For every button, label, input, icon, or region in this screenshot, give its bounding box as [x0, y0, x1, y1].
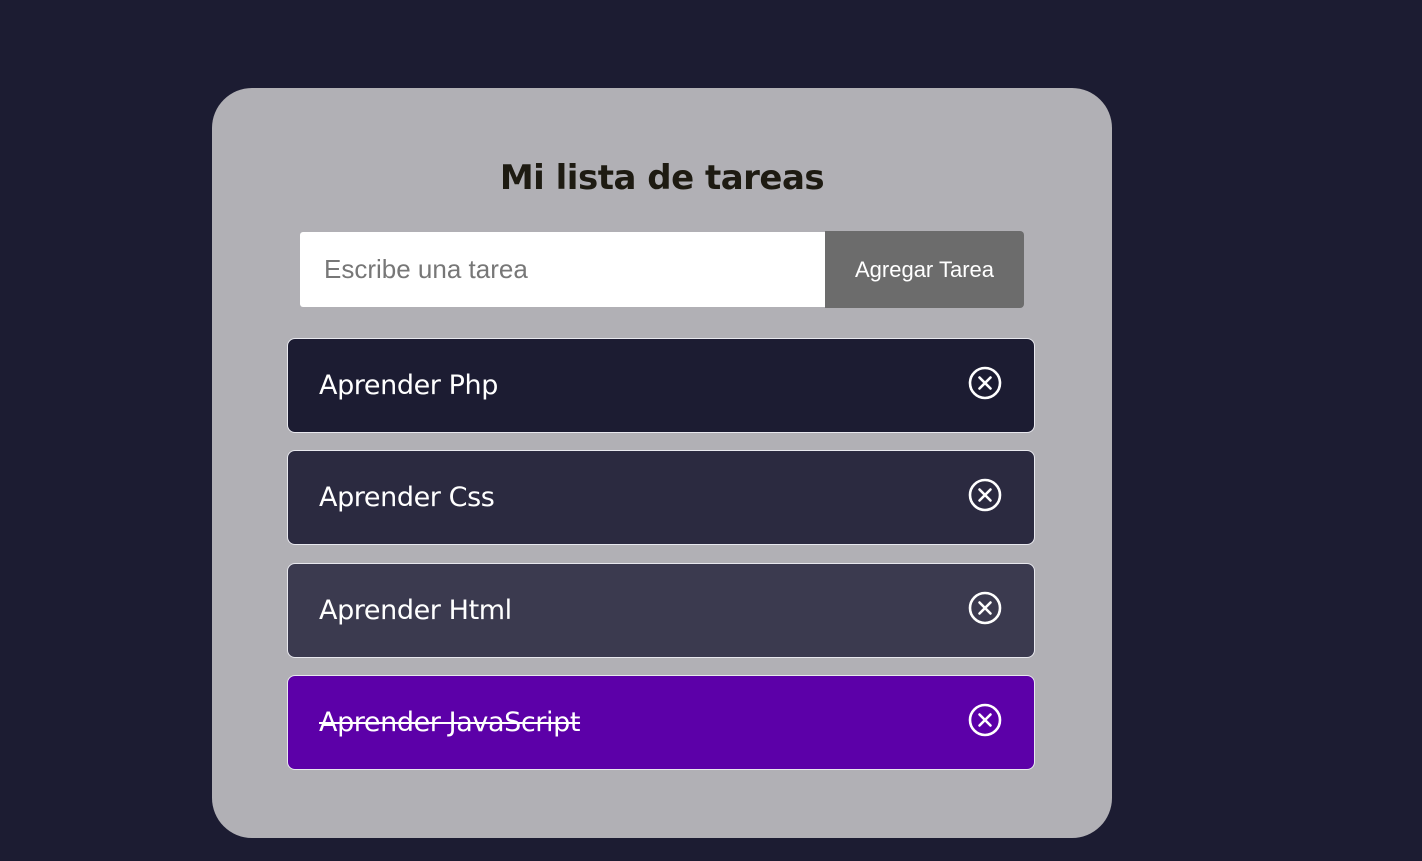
task-item[interactable]: Aprender Css — [287, 450, 1035, 545]
task-text: Aprender Html — [319, 595, 512, 626]
close-circle-icon[interactable] — [968, 478, 1002, 512]
page-title: Mi lista de tareas — [499, 158, 825, 198]
task-item[interactable]: Aprender Php — [287, 338, 1035, 433]
task-input[interactable] — [300, 232, 825, 307]
close-circle-icon[interactable] — [968, 703, 1002, 737]
task-text: Aprender Css — [319, 482, 495, 513]
task-text: Aprender Php — [319, 370, 499, 401]
close-circle-icon[interactable] — [968, 366, 1002, 400]
task-item[interactable]: Aprender Html — [287, 563, 1035, 658]
close-circle-icon[interactable] — [968, 591, 1002, 625]
task-item-completed[interactable]: Aprender JavaScript — [287, 675, 1035, 770]
task-form: Agregar Tarea — [300, 231, 1024, 308]
task-text: Aprender JavaScript — [319, 707, 581, 738]
add-task-button[interactable]: Agregar Tarea — [825, 231, 1024, 308]
